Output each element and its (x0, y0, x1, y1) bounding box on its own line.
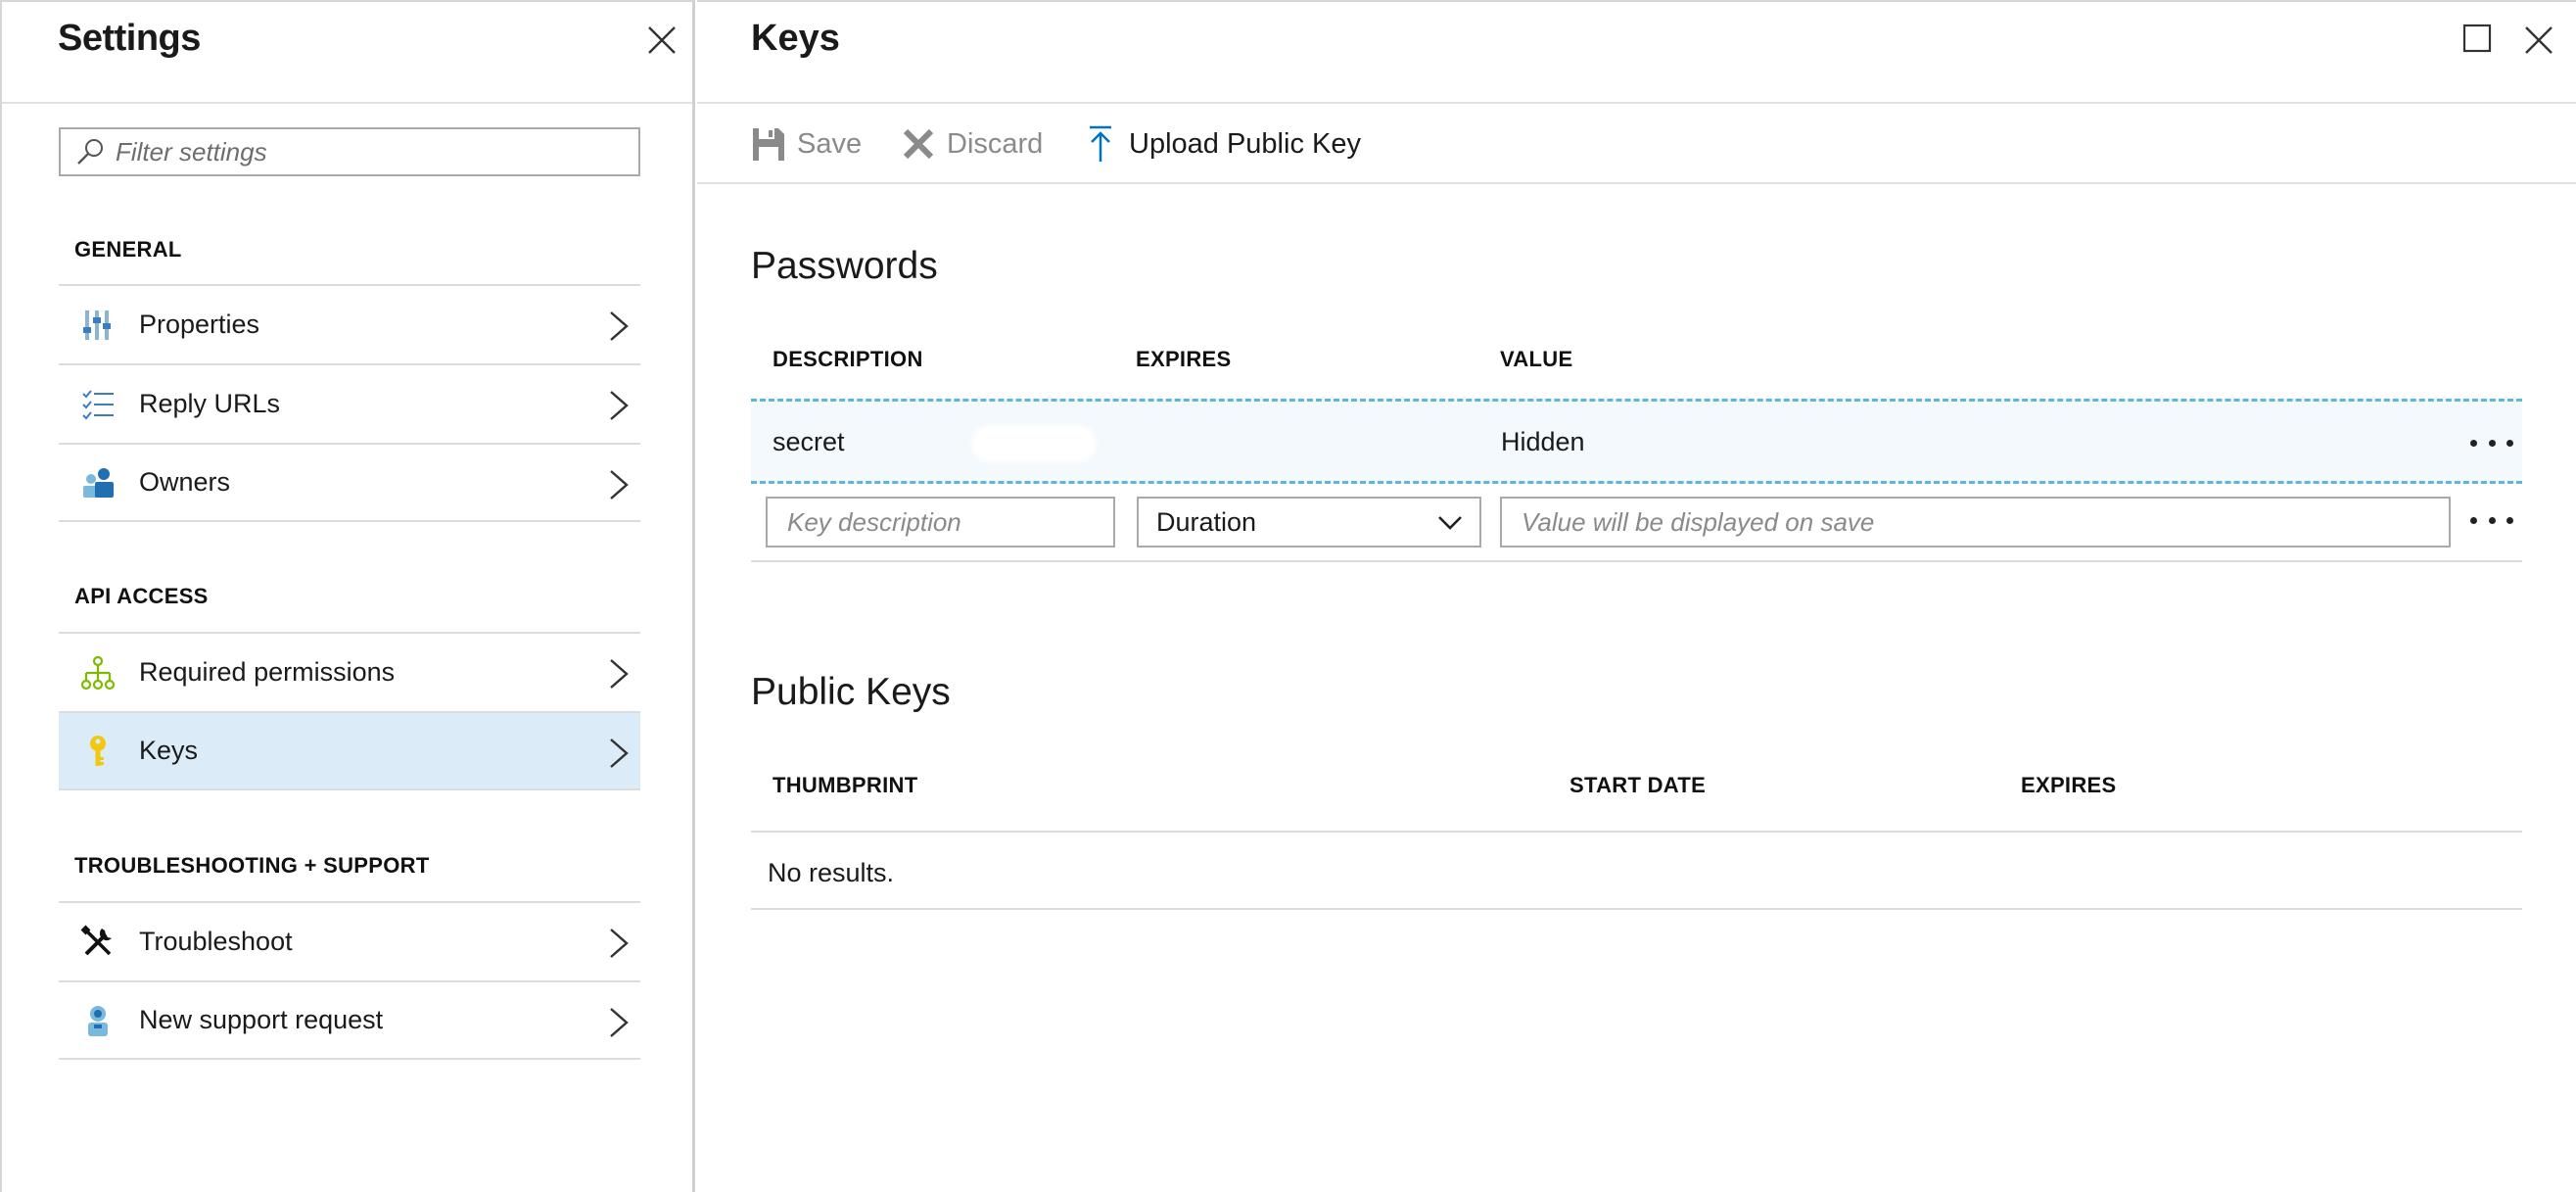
column-header-value: VALUE (1500, 347, 1573, 371)
menu-item-reply-urls[interactable]: Reply URLs (59, 363, 640, 443)
column-header-pk-expires: EXPIRES (2021, 773, 2117, 797)
settings-blade: Settings GENERAL (0, 0, 695, 1192)
menu-item-label: Keys (139, 736, 199, 765)
key-icon (80, 734, 116, 769)
menu-item-label: New support request (139, 1005, 384, 1034)
settings-header: Settings (2, 2, 692, 104)
dot (2488, 516, 2496, 524)
keys-toolbar: Save Discard Upload Public Key (697, 106, 2576, 184)
dot (2470, 516, 2477, 524)
upload-icon (1082, 124, 1119, 164)
menu-item-new-support-request[interactable]: New support request (59, 980, 640, 1060)
chevron-right-icon (607, 310, 631, 343)
settings-title: Settings (58, 18, 201, 59)
troubleshooting-menu: Troubleshoot New support request (59, 901, 640, 1060)
section-label-api-access: API ACCESS (74, 584, 209, 608)
save-label: Save (797, 127, 863, 160)
menu-item-required-permissions[interactable]: Required permissions (59, 632, 640, 711)
new-row-more-button[interactable] (2470, 513, 2513, 527)
discard-icon (900, 124, 937, 164)
dot (2506, 439, 2513, 447)
close-keys-button[interactable] (2522, 24, 2555, 57)
column-header-start-date: START DATE (1569, 773, 1707, 797)
menu-item-keys[interactable]: Keys (59, 711, 640, 790)
chevron-right-icon (607, 737, 631, 770)
discard-button[interactable]: Discard (900, 119, 1043, 168)
menu-item-troubleshoot[interactable]: Troubleshoot (59, 901, 640, 980)
close-icon (2525, 26, 2553, 54)
close-settings-button[interactable] (645, 24, 679, 57)
dot (2470, 439, 2477, 447)
new-password-row: Duration (751, 484, 2522, 562)
column-header-thumbprint: THUMBPRINT (773, 773, 918, 797)
password-description: secret (773, 427, 845, 456)
general-menu: Properties Reply URLs Owners (59, 284, 640, 522)
properties-icon (80, 308, 116, 343)
owners-icon (80, 465, 116, 501)
support-icon (80, 1003, 116, 1038)
maximize-icon (2462, 24, 2492, 53)
filter-settings-box[interactable] (59, 127, 640, 176)
key-description-input[interactable] (766, 497, 1115, 548)
column-header-description: DESCRIPTION (773, 347, 923, 371)
save-icon (750, 124, 787, 164)
azure-portal-window: Settings GENERAL (0, 0, 2576, 1192)
save-button[interactable]: Save (750, 119, 862, 168)
keys-header: Keys (697, 2, 2576, 104)
key-value-input[interactable] (1500, 497, 2451, 548)
upload-public-key-button[interactable]: Upload Public Key (1082, 119, 1361, 168)
menu-item-label: Troubleshoot (139, 927, 293, 956)
reply-urls-icon (80, 387, 116, 422)
chevron-right-icon (607, 389, 631, 422)
dot (2488, 439, 2496, 447)
keys-title: Keys (751, 18, 840, 59)
filter-settings-input[interactable] (116, 136, 638, 167)
tools-icon (80, 925, 116, 960)
public-keys-heading: Public Keys (751, 671, 951, 713)
duration-select[interactable]: Duration (1137, 497, 1481, 548)
no-results-text: No results. (768, 858, 895, 887)
section-label-troubleshooting: TROUBLESHOOTING + SUPPORT (74, 853, 430, 878)
menu-item-label: Required permissions (139, 657, 396, 687)
menu-item-label: Owners (139, 467, 231, 497)
menu-item-label: Properties (139, 310, 260, 339)
password-value: Hidden (1501, 427, 1585, 456)
maximize-button[interactable] (2462, 24, 2492, 53)
keys-blade: Keys Save Discard Upload Public Key Pass… (697, 0, 2576, 1192)
chevron-right-icon (607, 468, 631, 501)
dot (2506, 516, 2513, 524)
menu-item-properties[interactable]: Properties (59, 284, 640, 363)
password-row[interactable]: secret Hidden (751, 399, 2522, 484)
public-keys-table: No results. (751, 831, 2522, 910)
chevron-right-icon (607, 1006, 631, 1039)
duration-value: Duration (1156, 506, 1257, 537)
chevron-right-icon (607, 657, 631, 691)
section-label-general: GENERAL (74, 237, 182, 262)
row-more-button[interactable] (2470, 436, 2513, 450)
permissions-icon (80, 655, 116, 691)
close-icon (648, 26, 676, 54)
search-icon (77, 139, 103, 165)
password-expires-redacted (971, 425, 1097, 462)
passwords-heading: Passwords (751, 245, 938, 287)
chevron-down-icon (1436, 512, 1464, 534)
chevron-right-icon (607, 927, 631, 960)
api-access-menu: Required permissions Keys (59, 632, 640, 790)
menu-item-label: Reply URLs (139, 389, 281, 418)
discard-label: Discard (947, 127, 1044, 160)
upload-public-key-label: Upload Public Key (1129, 127, 1361, 160)
menu-item-owners[interactable]: Owners (59, 443, 640, 522)
column-header-expires: EXPIRES (1136, 347, 1232, 371)
